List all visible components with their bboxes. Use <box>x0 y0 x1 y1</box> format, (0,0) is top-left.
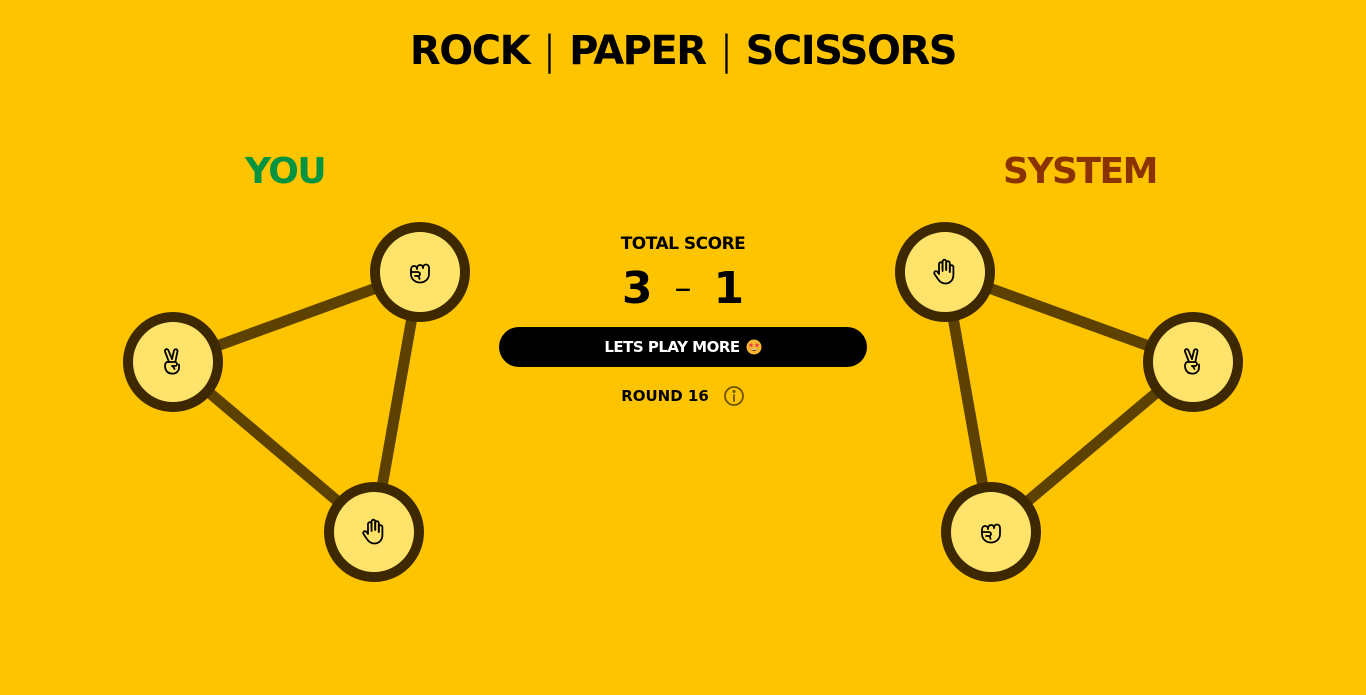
system-label: SYSTEM <box>1003 151 1158 192</box>
star-struck-emoji-icon <box>746 339 762 355</box>
round-indicator: ROUND 16 <box>499 385 867 407</box>
you-paper-button[interactable] <box>324 482 424 582</box>
system-rock-button[interactable] <box>941 482 1041 582</box>
score-dash: – <box>674 268 692 308</box>
game-screen: ROCK | PAPER | SCISSORS YOU SYSTEM TOTAL… <box>0 0 1366 695</box>
you-score: 3 <box>621 263 653 314</box>
score-display: 3–1 <box>499 262 867 315</box>
paper-icon <box>362 518 384 545</box>
info-icon[interactable] <box>723 385 745 407</box>
scissors-icon <box>164 348 180 375</box>
title-scissors: SCISSORS <box>745 28 958 74</box>
you-scissors-button[interactable] <box>123 312 223 412</box>
scissors-icon <box>1184 348 1200 375</box>
system-paper-button[interactable] <box>895 222 995 322</box>
play-more-label: LETS PLAY MORE <box>604 338 740 356</box>
title-separator-1: | <box>544 28 554 74</box>
you-rock-button[interactable] <box>370 222 470 322</box>
play-more-button[interactable]: LETS PLAY MORE <box>499 327 867 367</box>
rock-icon <box>410 263 430 284</box>
page-title: ROCK | PAPER | SCISSORS <box>0 26 1366 76</box>
system-score: 1 <box>713 263 745 314</box>
total-score-title: TOTAL SCORE <box>620 234 746 254</box>
title-paper: PAPER <box>569 28 707 74</box>
title-separator-2: | <box>721 28 730 74</box>
rock-icon <box>981 523 1001 544</box>
title-rock: ROCK <box>409 28 531 74</box>
round-label: ROUND 16 <box>621 387 709 405</box>
you-label: YOU <box>244 151 327 192</box>
system-scissors-button[interactable] <box>1143 312 1243 412</box>
score-panel: TOTAL SCORE 3–1 LETS PLAY MORE ROUND 16 <box>499 232 867 407</box>
paper-icon <box>933 258 955 285</box>
